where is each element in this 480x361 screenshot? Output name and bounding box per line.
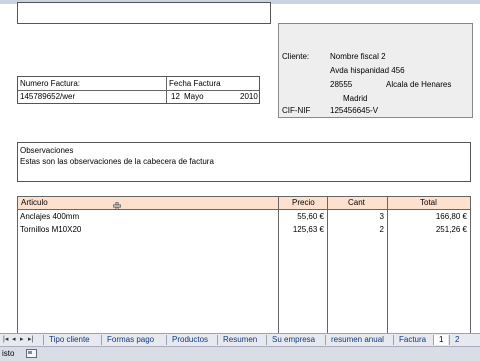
tab-resumen[interactable]: Resumen [217,335,262,345]
invoice-date-label: Fecha Factura [169,79,221,88]
client-postal-code[interactable]: 28555 [330,80,352,90]
cursor-crosshair-icon [113,202,121,210]
tab-nav-last-icon[interactable]: ▸| [28,336,35,344]
client-name[interactable]: Nombre fiscal 2 [330,52,386,62]
header-precio: Precio [292,198,315,207]
invoice-date-year[interactable]: 2010 [240,92,258,102]
invoice-date-month[interactable]: Mayo [184,92,204,102]
tab-tipo-cliente[interactable]: Tipo cliente [43,335,95,345]
row-2-total[interactable]: 251,26 € [389,225,467,235]
header-empty-box [17,2,271,24]
client-city[interactable]: Alcala de Henares [386,80,451,90]
row-2-articulo[interactable]: Tornillos M10X20 [20,225,81,235]
tab-factura[interactable]: Factura [393,335,431,345]
tab-nav-next-icon[interactable]: ▸ [20,336,27,344]
col-divider-precio [278,197,279,337]
client-cif-label: CIF-NIF [282,106,311,115]
row-2-cant[interactable]: 2 [329,225,384,235]
invoice-number-value[interactable]: 145789652/wer [20,92,75,102]
macro-record-icon[interactable] [26,349,37,358]
client-box: Cliente: Nombre fiscal 2 Avda hispanidad… [278,23,473,118]
header-total: Total [420,198,437,207]
client-cif-value[interactable]: 125456645-V [330,106,378,116]
client-label: Cliente: [282,52,310,61]
header-cant: Cant [348,198,365,207]
observations-title: Observaciones [20,146,74,155]
tab-1[interactable]: 1 [433,335,449,345]
invoice-info-table: Numero Factura: 145789652/wer Fecha Fact… [17,76,260,104]
observations-text[interactable]: Estas son las observaciones de la cabece… [20,157,214,167]
invoice-date-day[interactable]: 12 [171,92,180,102]
sheet-tabs-bar: |◂ ◂ ▸ ▸| Tipo cliente Formas pago Produ… [0,333,480,346]
observations-box: Observaciones Estas son las observacione… [17,142,471,182]
invoice-row-divider [18,90,259,91]
status-bar: isto [0,346,480,361]
row-1-cant[interactable]: 3 [329,212,384,222]
header-articulo: Articulo [21,198,48,207]
invoice-number-label: Numero Factura: [20,79,81,88]
client-province[interactable]: Madrid [343,94,367,104]
tab-resumen-anual[interactable]: resumen anual [325,335,389,345]
col-divider-total [387,197,388,337]
row-2-precio[interactable]: 125,63 € [280,225,324,235]
items-table-header: Articulo Precio Cant Total [18,197,470,210]
row-1-articulo[interactable]: Anclajes 400mm [20,212,79,222]
row-1-total[interactable]: 166,80 € [389,212,467,222]
tab-nav-first-icon[interactable]: |◂ [3,336,10,344]
row-1-precio[interactable]: 55,60 € [280,212,324,222]
items-table: Articulo Precio Cant Total Anclajes 400m… [17,196,471,338]
client-address[interactable]: Avda hispanidad 456 [330,66,405,76]
tab-2[interactable]: 2 [449,335,464,345]
tab-nav-prev-icon[interactable]: ◂ [12,336,19,344]
col-divider-cant [327,197,328,337]
tab-su-empresa[interactable]: Su empresa [266,335,320,345]
invoice-col-divider [166,77,167,103]
status-text: isto [2,349,15,358]
tab-formas-pago[interactable]: Formas pago [101,335,159,345]
tab-productos[interactable]: Productos [166,335,213,345]
